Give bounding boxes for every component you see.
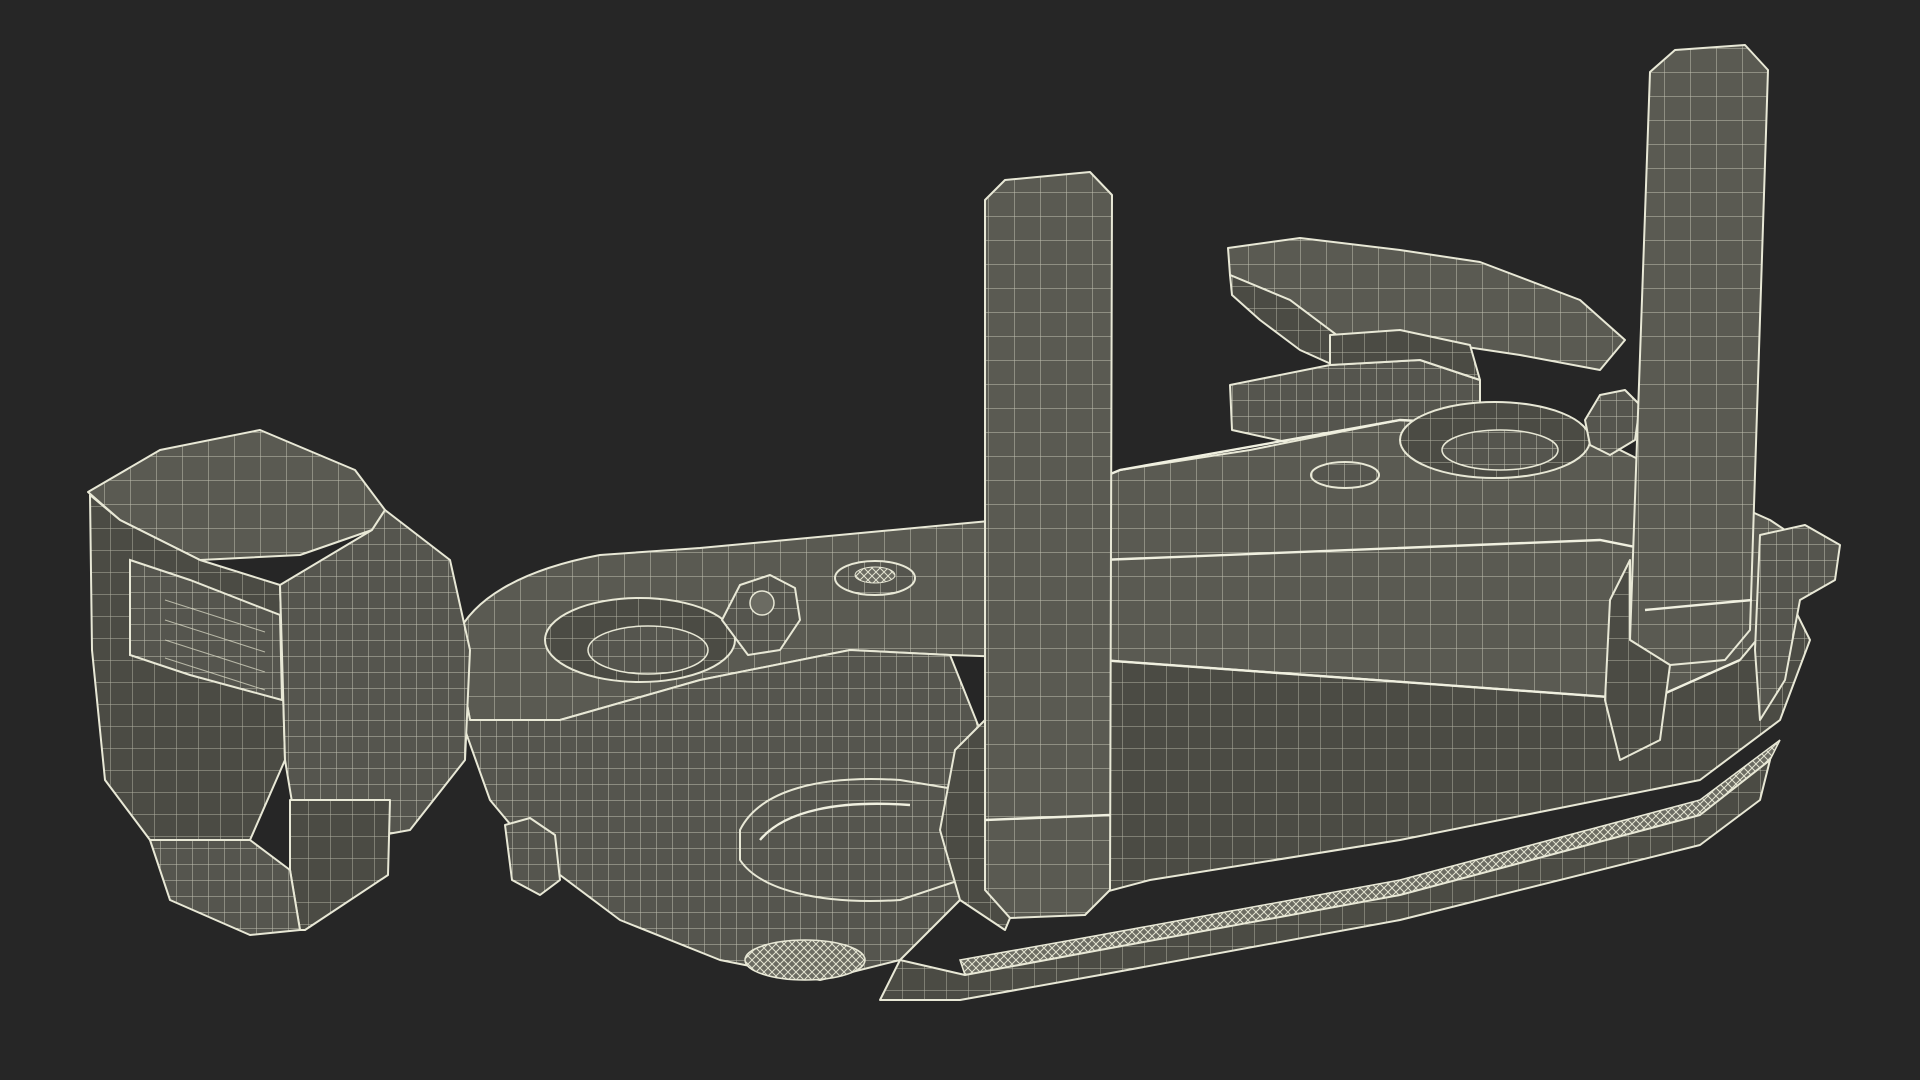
remote-controller-wireframe-model xyxy=(87,44,1841,1001)
left-stick-well xyxy=(544,597,736,683)
left-grip-bumper xyxy=(739,778,961,902)
left-phone-clamp xyxy=(87,429,471,936)
viewport xyxy=(0,0,1920,1080)
center-button xyxy=(834,560,916,596)
right-button xyxy=(1310,461,1380,489)
left-dial xyxy=(744,939,866,981)
right-stick-well xyxy=(1399,401,1591,479)
right-control-knob xyxy=(1584,389,1641,456)
